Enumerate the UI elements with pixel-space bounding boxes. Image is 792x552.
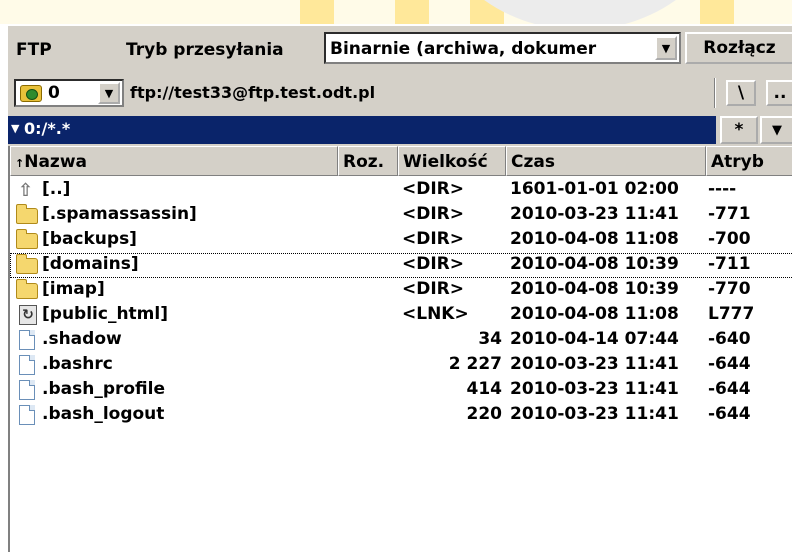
file-name: [public_html] — [42, 304, 168, 324]
root-dir-button[interactable]: \ — [726, 80, 756, 106]
file-name: [domains] — [42, 254, 139, 274]
transfer-mode-value: Binarnie (archiwa, dokumer — [330, 39, 597, 59]
background-decoration — [0, 0, 792, 24]
ftp-url: ftp://test33@ftp.test.odt.pl — [130, 83, 376, 102]
column-header-attr[interactable]: Atryb — [706, 146, 792, 176]
file-row[interactable]: .shadow 34 2010-04-14 07:44 -640 — [10, 328, 792, 353]
chevron-down-icon[interactable]: ▼ — [655, 36, 677, 60]
column-name-label: Nazwa — [24, 152, 87, 172]
file-attributes: ---- — [708, 179, 737, 199]
folder-icon — [16, 229, 38, 250]
parent-dir-button[interactable]: .. — [766, 80, 792, 106]
file-attributes: -644 — [708, 379, 751, 399]
file-row[interactable]: .bash_logout 220 2010-03-23 11:41 -644 — [10, 403, 792, 428]
file-row[interactable]: [.spamassassin] <DIR> 2010-03-23 11:41 -771 — [10, 203, 792, 228]
file-list[interactable]: ↑Nazwa Roz. Wielkość Czas Atryb ⇧ [..] <DI… — [8, 146, 792, 552]
folder-icon — [16, 204, 38, 225]
ftp-panel: FTP Tryb przesyłania Binarnie (archiwa, … — [6, 24, 792, 552]
file-name: [.spamassassin] — [42, 204, 197, 224]
file-size: 414 — [466, 379, 503, 399]
file-name: [..] — [42, 179, 71, 199]
file-attributes: -640 — [708, 329, 751, 349]
file-attributes: -700 — [708, 229, 751, 249]
file-row[interactable]: .bashrc 2 227 2010-03-23 11:41 -644 — [10, 353, 792, 378]
folder-icon — [16, 254, 38, 275]
file-name: .bash_logout — [42, 404, 165, 424]
path-filter-bar: ▼ 0:/*.* — [8, 116, 716, 144]
file-attributes: -644 — [708, 404, 751, 424]
column-header-time[interactable]: Czas — [506, 146, 706, 176]
file-name: .shadow — [42, 329, 122, 349]
file-size: <DIR> — [402, 254, 465, 274]
file-attributes: -771 — [708, 204, 751, 224]
column-header-size[interactable]: Wielkość — [398, 146, 506, 176]
up-dir-icon: ⇧ — [18, 180, 34, 201]
file-attributes: L777 — [708, 304, 755, 324]
file-row[interactable]: .bash_profile 414 2010-03-23 11:41 -644 — [10, 378, 792, 403]
file-attributes: -711 — [708, 254, 751, 274]
file-name: .bash_profile — [42, 379, 166, 399]
file-name: [imap] — [42, 279, 105, 299]
file-time: 2010-03-23 11:41 — [510, 404, 679, 424]
file-icon — [16, 405, 38, 425]
disconnect-button[interactable]: Rozłącz — [685, 32, 792, 64]
file-row[interactable]: ⇧ [..] <DIR> 1601-01-01 02:00 ---- — [10, 178, 792, 203]
file-name: [backups] — [42, 229, 137, 249]
filter-arrow-icon: ▼ — [11, 122, 20, 135]
file-time: 2010-04-08 11:08 — [510, 304, 679, 324]
link-icon: ↻ — [16, 305, 38, 325]
file-icon — [16, 355, 38, 375]
file-size: <DIR> — [402, 279, 465, 299]
path-filter-text: 0:/*.* — [24, 119, 71, 138]
file-time: 2010-03-23 11:41 — [510, 379, 679, 399]
drive-number: 0 — [48, 83, 60, 103]
background-stripe — [700, 0, 734, 24]
file-row[interactable]: [imap] <DIR> 2010-04-08 10:39 -770 — [10, 278, 792, 303]
file-time: 1601-01-01 02:00 — [510, 179, 679, 199]
folder-icon — [16, 279, 38, 300]
file-time: 2010-04-08 11:08 — [510, 229, 679, 249]
file-attributes: -644 — [708, 354, 751, 374]
background-stripe — [395, 0, 429, 24]
file-size: <LNK> — [402, 304, 469, 324]
column-header-ext[interactable]: Roz. — [338, 146, 398, 176]
file-size: 34 — [478, 329, 502, 349]
file-row[interactable]: ↻ [public_html] <LNK> 2010-04-08 11:08 L777 — [10, 303, 792, 328]
network-drive-icon — [20, 85, 42, 102]
file-name: .bashrc — [42, 354, 113, 374]
file-size: 220 — [466, 404, 503, 424]
transfer-mode-label: Tryb przesyłania — [126, 40, 284, 60]
file-time: 2010-03-23 11:41 — [510, 354, 679, 374]
ftp-label: FTP — [16, 40, 52, 60]
file-attributes: -770 — [708, 279, 751, 299]
history-dropdown-button[interactable]: ▼ — [760, 116, 792, 144]
file-time: 2010-04-08 10:39 — [510, 254, 679, 274]
file-row[interactable]: [backups] <DIR> 2010-04-08 11:08 -700 — [10, 228, 792, 253]
background-stripe — [300, 0, 334, 24]
chevron-down-icon[interactable]: ▼ — [98, 82, 120, 104]
transfer-mode-select[interactable]: Binarnie (archiwa, dokumer ▼ — [324, 32, 681, 64]
column-header-name[interactable]: ↑Nazwa — [10, 146, 338, 176]
file-icon — [16, 380, 38, 400]
address-bar: 0 ▼ ftp://test33@ftp.test.odt.pl \ .. — [8, 74, 792, 110]
file-time: 2010-03-23 11:41 — [510, 204, 679, 224]
file-size: <DIR> — [402, 204, 465, 224]
filter-star-button[interactable]: * — [720, 116, 758, 144]
file-time: 2010-04-14 07:44 — [510, 329, 679, 349]
file-size: 2 227 — [448, 354, 502, 374]
file-size: <DIR> — [402, 229, 465, 249]
drive-select[interactable]: 0 ▼ — [14, 79, 124, 107]
divider — [714, 78, 716, 108]
file-row[interactable]: [domains] <DIR> 2010-04-08 10:39 -711 — [10, 253, 792, 278]
file-time: 2010-04-08 10:39 — [510, 279, 679, 299]
file-icon — [16, 330, 38, 350]
file-size: <DIR> — [402, 179, 465, 199]
sort-ascending-icon: ↑ — [15, 157, 25, 170]
column-header: ↑Nazwa Roz. Wielkość Czas Atryb — [10, 146, 792, 176]
